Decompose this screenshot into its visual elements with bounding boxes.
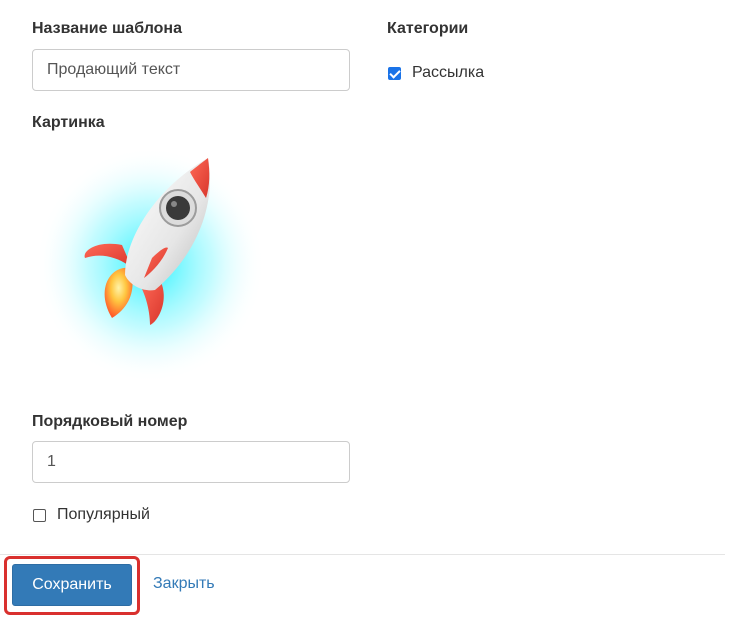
order-number-label: Порядковый номер	[32, 413, 188, 430]
picture-label: Картинка	[32, 114, 105, 131]
template-name-label: Название шаблона	[32, 20, 182, 37]
order-number-input[interactable]	[32, 441, 350, 483]
rocket-icon	[35, 140, 280, 390]
category-item-mailing[interactable]: Рассылка	[388, 64, 484, 82]
save-button[interactable]: Сохранить	[12, 564, 132, 606]
categories-label: Категории	[387, 20, 469, 37]
popular-checkbox[interactable]	[33, 508, 46, 522]
popular-label: Популярный	[57, 506, 150, 523]
template-name-input[interactable]	[32, 49, 350, 91]
close-link[interactable]: Закрыть	[153, 575, 215, 593]
category-checkbox[interactable]	[388, 66, 401, 80]
category-label: Рассылка	[412, 64, 485, 81]
popular-checkbox-row[interactable]: Популярный	[33, 506, 150, 524]
footer-divider	[0, 554, 725, 555]
